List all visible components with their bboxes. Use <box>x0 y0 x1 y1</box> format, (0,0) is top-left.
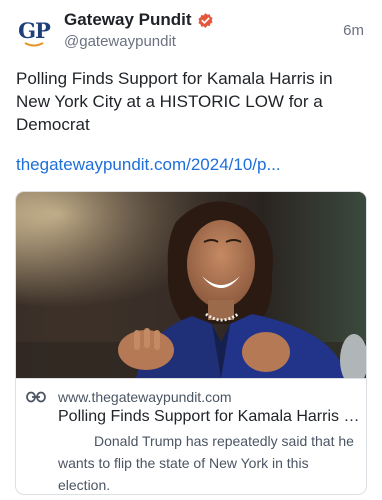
avatar[interactable]: GP <box>14 14 54 54</box>
avatar-logo-text: GP <box>18 18 51 43</box>
card-domain: www.thegatewaypundit.com <box>58 389 232 405</box>
post-link[interactable]: thegatewaypundit.com/2024/10/p... <box>16 155 281 175</box>
author-name-row: Gateway Pundit <box>64 10 214 30</box>
handle[interactable]: @gatewaypundit <box>64 33 176 50</box>
link-icon <box>26 391 46 403</box>
logo-swoosh-icon <box>24 42 44 47</box>
link-preview-card[interactable]: www.thegatewaypundit.com Polling Finds S… <box>15 191 367 495</box>
post-text: Polling Finds Support for Kamala Harris … <box>16 69 333 134</box>
verified-badge-icon <box>197 12 213 28</box>
link-preview-details: www.thegatewaypundit.com Polling Finds S… <box>16 378 366 494</box>
post-timestamp[interactable]: 6m <box>343 22 364 39</box>
card-title[interactable]: Polling Finds Support for Kamala Harris … <box>58 408 362 426</box>
display-name[interactable]: Gateway Pundit <box>64 10 192 30</box>
card-description: Donald Trump has repeatedly said that he… <box>58 433 354 493</box>
article-photo <box>16 192 366 378</box>
